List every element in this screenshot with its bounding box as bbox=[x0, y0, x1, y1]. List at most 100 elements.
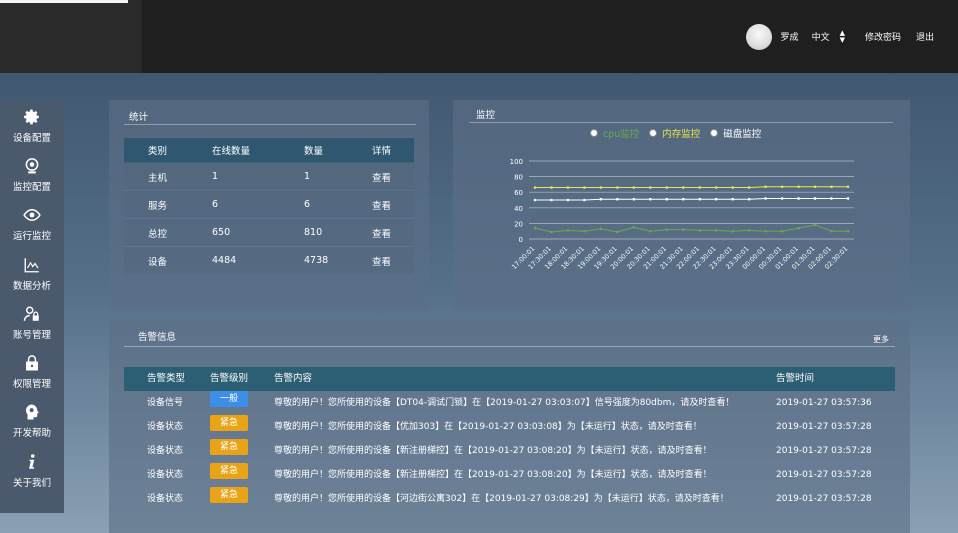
alarm-title: 告警信息 bbox=[138, 332, 177, 343]
sidebar-item-permission[interactable]: 权限管理 bbox=[0, 347, 64, 396]
legend-item-disk[interactable]: 磁盘监控 bbox=[710, 126, 761, 140]
webcam-icon bbox=[23, 157, 41, 175]
data-point bbox=[681, 197, 685, 201]
head-gear-icon bbox=[23, 403, 41, 421]
data-point bbox=[632, 226, 636, 229]
data-point bbox=[665, 186, 669, 189]
column-header: 详情 bbox=[372, 138, 414, 163]
data-point bbox=[813, 185, 817, 189]
level-badge: 紧急 bbox=[210, 487, 248, 503]
alarm-type: 设备状态 bbox=[147, 446, 184, 456]
legend-item-cpu[interactable]: cpu监控 bbox=[590, 126, 639, 140]
column-header: 告警内容 bbox=[274, 373, 313, 384]
y-tick-label: 100 bbox=[510, 158, 523, 166]
sidebar-item-label: 数据分析 bbox=[12, 280, 51, 292]
data-point bbox=[698, 186, 702, 189]
detail-link[interactable]: 查看 bbox=[372, 218, 414, 247]
sidebar-item-run-monitor[interactable]: 运行监控 bbox=[0, 200, 64, 249]
data-point bbox=[731, 186, 734, 189]
legend-label: cpu监控 bbox=[603, 129, 640, 140]
table-row[interactable]: 设备状态 紧急 尊敬的用户！您所使用的设备【新注册梯控】在【2019-01-27… bbox=[124, 463, 895, 487]
data-point bbox=[632, 197, 636, 201]
sidebar-item-label: 监控配置 bbox=[12, 181, 51, 193]
change-password-link[interactable]: 修改密码 bbox=[865, 30, 901, 43]
avatar[interactable] bbox=[745, 23, 772, 50]
category-cell: 设备 bbox=[124, 246, 212, 274]
monitor-chart: 02040608010017:00:0117:30:0118:00:0118:3… bbox=[510, 158, 854, 271]
series-line bbox=[535, 197, 848, 201]
sidebar-item-label: 开发帮助 bbox=[12, 428, 51, 440]
alarm-content: 尊敬的用户！您所使用的设备【新注册梯控】在【2019-01-27 03:08:2… bbox=[274, 446, 712, 456]
table-row: 总控 650 810 查看 bbox=[124, 218, 414, 247]
alarm-type: 设备状态 bbox=[147, 494, 184, 504]
detail-link[interactable]: 查看 bbox=[372, 190, 414, 219]
sidebar-item-about[interactable]: 关于我们 bbox=[0, 446, 64, 495]
table-row: 服务 6 6 查看 bbox=[124, 190, 414, 219]
logo-area bbox=[0, 0, 142, 73]
user-name[interactable]: 罗成 bbox=[781, 30, 799, 43]
data-point bbox=[764, 185, 767, 189]
legend-label: 磁盘监控 bbox=[723, 129, 762, 140]
data-point bbox=[583, 186, 586, 189]
data-point bbox=[533, 186, 537, 189]
table-row[interactable]: 设备状态 紧急 尊敬的用户！您所使用的设备【新注册梯控】在【2019-01-27… bbox=[124, 439, 895, 463]
data-point bbox=[846, 197, 850, 200]
alarm-divider bbox=[124, 346, 895, 347]
data-point bbox=[665, 197, 669, 201]
y-tick-label: 20 bbox=[514, 220, 523, 228]
detail-link[interactable]: 查看 bbox=[372, 162, 414, 191]
data-point bbox=[747, 197, 751, 201]
alarm-content: 尊敬的用户！您所使用的设备【河边街公寓302】在【2019-01-27 03:0… bbox=[274, 494, 729, 504]
data-point bbox=[698, 229, 702, 232]
level-badge: 紧急 bbox=[210, 463, 248, 479]
data-point bbox=[649, 186, 652, 189]
data-point bbox=[566, 186, 570, 189]
sidebar-item-dev-help[interactable]: 开发帮助 bbox=[0, 397, 64, 446]
data-point bbox=[550, 186, 553, 189]
data-point bbox=[566, 229, 570, 232]
data-point bbox=[797, 226, 800, 230]
data-point bbox=[797, 197, 800, 200]
logout-link[interactable]: 退出 bbox=[916, 30, 934, 43]
table-row[interactable]: 设备状态 紧急 尊敬的用户！您所使用的设备【优加303】在【2019-01-27… bbox=[124, 415, 895, 439]
alarm-content: 尊敬的用户！您所使用的设备【新注册梯控】在【2019-01-27 03:08:2… bbox=[274, 470, 712, 480]
legend-label: 内存监控 bbox=[662, 129, 701, 140]
count-cell: 6 bbox=[304, 190, 372, 219]
sidebar-item-account[interactable]: 账号管理 bbox=[0, 298, 64, 347]
data-point bbox=[830, 229, 833, 233]
table-row[interactable]: 设备状态 紧急 尊敬的用户！您所使用的设备【河边街公寓302】在【2019-01… bbox=[124, 487, 895, 511]
y-tick-label: 60 bbox=[514, 189, 523, 197]
count-cell: 1 bbox=[304, 162, 372, 191]
data-point bbox=[533, 198, 537, 202]
sidebar-item-data-analysis[interactable]: 数据分析 bbox=[0, 249, 64, 298]
data-point bbox=[714, 229, 718, 232]
count-cell: 4738 bbox=[304, 246, 372, 274]
sidebar-item-monitor-config[interactable]: 监控配置 bbox=[0, 150, 64, 199]
level-badge: 紧急 bbox=[210, 439, 248, 455]
data-point bbox=[681, 186, 685, 189]
table-row: 主机 1 1 查看 bbox=[124, 162, 414, 191]
language-select[interactable]: 中文 ▲ ▼ bbox=[812, 29, 845, 44]
sidebar-item-device-config[interactable]: 设备配置 bbox=[0, 101, 64, 150]
data-point bbox=[583, 229, 586, 233]
y-tick-label: 80 bbox=[514, 174, 523, 182]
level-badge: 紧急 bbox=[210, 415, 248, 431]
legend-marker bbox=[710, 129, 719, 137]
table-row[interactable]: 设备信号 一般 尊敬的用户！您所使用的设备【DT04-调试门锁】在【2019-0… bbox=[124, 391, 895, 415]
more-link[interactable]: 更多 bbox=[873, 334, 889, 345]
sidebar-item-label: 权限管理 bbox=[12, 379, 51, 391]
data-point bbox=[846, 185, 850, 189]
data-point bbox=[830, 185, 833, 189]
alarm-time: 2019-01-27 03:57:36 bbox=[776, 398, 872, 408]
data-point bbox=[846, 229, 850, 233]
alarm-time: 2019-01-27 03:57:28 bbox=[776, 446, 872, 456]
alarm-time: 2019-01-27 03:57:28 bbox=[776, 494, 872, 504]
data-point bbox=[780, 197, 784, 200]
data-point bbox=[780, 185, 784, 189]
data-point bbox=[599, 227, 603, 231]
online-cell: 4484 bbox=[212, 246, 304, 274]
data-point bbox=[616, 197, 619, 201]
legend-item-memory[interactable]: 内存监控 bbox=[649, 126, 700, 140]
data-point bbox=[731, 229, 734, 233]
detail-link[interactable]: 查看 bbox=[372, 246, 414, 274]
